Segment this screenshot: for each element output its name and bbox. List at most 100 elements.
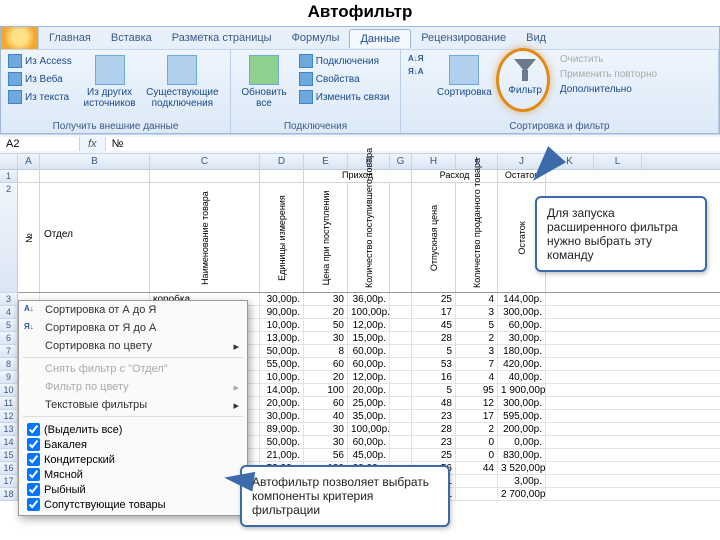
cell[interactable]: 25,00р.	[348, 397, 390, 409]
cell[interactable]: 40,00р.	[498, 371, 546, 383]
cell[interactable]: 180,00р.	[498, 345, 546, 357]
filter-checkbox-item[interactable]: Кондитерский	[27, 452, 239, 467]
cell[interactable]: 2 700,00р.	[498, 488, 546, 500]
cell[interactable]	[18, 170, 40, 182]
checkbox[interactable]	[27, 438, 40, 451]
sort-za-icon[interactable]: Я↓А	[405, 66, 427, 77]
cell[interactable]: 0,00р.	[498, 436, 546, 448]
refresh-all-button[interactable]: Обновить все	[235, 53, 293, 111]
cell[interactable]: 12,00р.	[348, 319, 390, 331]
tab-review[interactable]: Рецензирование	[411, 29, 516, 47]
cell[interactable]: 40	[304, 410, 348, 422]
checkbox[interactable]	[27, 498, 40, 511]
filter-checkbox-item[interactable]: Сопутствующие товары	[27, 497, 239, 512]
checkbox[interactable]	[27, 468, 40, 481]
col-header[interactable]: D	[260, 154, 304, 169]
cell[interactable]	[390, 397, 412, 409]
cell[interactable]: 7	[456, 358, 498, 370]
cell[interactable]: 23	[412, 410, 456, 422]
cell[interactable]: 830,00р.	[498, 449, 546, 461]
cell[interactable]: Единицы измерения	[260, 183, 304, 292]
filter-checkbox-item[interactable]: Мясной	[27, 467, 239, 482]
cell[interactable]: 17	[412, 306, 456, 318]
cell[interactable]	[390, 449, 412, 461]
other-sources-button[interactable]: Из других источников	[81, 53, 139, 111]
text-filters-item[interactable]: Текстовые фильтры▸	[19, 396, 247, 414]
cell[interactable]: 89,00р.	[260, 423, 304, 435]
cell[interactable]: 28	[412, 332, 456, 344]
cell[interactable]: 3 520,00р.	[498, 462, 546, 474]
checkbox[interactable]	[27, 423, 40, 436]
edit-links-button[interactable]: Изменить связи	[296, 89, 393, 105]
cell[interactable]: Отдел	[40, 183, 150, 292]
cell[interactable]: 4	[456, 371, 498, 383]
cell[interactable]: 25	[412, 293, 456, 305]
tab-view[interactable]: Вид	[516, 29, 556, 47]
cell[interactable]	[150, 170, 260, 182]
cell[interactable]: 50,00р.	[260, 436, 304, 448]
cell[interactable]: 48	[412, 397, 456, 409]
cell[interactable]: Наименование товара	[150, 183, 260, 292]
cell[interactable]: 30	[304, 293, 348, 305]
cell[interactable]: №	[18, 183, 40, 292]
cell[interactable]: 300,00р.	[498, 397, 546, 409]
cell[interactable]	[260, 170, 304, 182]
cell[interactable]	[456, 488, 498, 500]
tab-insert[interactable]: Вставка	[101, 29, 162, 47]
tab-data[interactable]: Данные	[349, 29, 411, 48]
cell[interactable]: 4	[456, 293, 498, 305]
cell[interactable]: 3	[456, 306, 498, 318]
cell[interactable]: 95	[456, 384, 498, 396]
cell[interactable]: 44	[456, 462, 498, 474]
cell[interactable]: 144,00р.	[498, 293, 546, 305]
cell[interactable]	[390, 306, 412, 318]
fx-icon[interactable]: fx	[80, 138, 105, 150]
cell[interactable]: 0	[456, 436, 498, 448]
cell[interactable]: 60	[304, 397, 348, 409]
cell[interactable]: 5	[412, 345, 456, 357]
cell[interactable]: 200,00р.	[498, 423, 546, 435]
cell[interactable]: 12,00р.	[348, 371, 390, 383]
cell[interactable]: 23	[412, 436, 456, 448]
col-header[interactable]: C	[150, 154, 260, 169]
properties-button[interactable]: Свойства	[296, 71, 393, 87]
cell[interactable]: 20	[304, 371, 348, 383]
sort-az-item[interactable]: А↓Сортировка от А до Я	[19, 301, 247, 319]
cell[interactable]: 420,00р.	[498, 358, 546, 370]
cell[interactable]: Количество поступившего товара	[348, 183, 390, 292]
cell[interactable]: 595,00р.	[498, 410, 546, 422]
cell[interactable]: 21,00р.	[260, 449, 304, 461]
cell[interactable]: 14,00р.	[260, 384, 304, 396]
col-header[interactable]: L	[594, 154, 642, 169]
name-box[interactable]: A2	[0, 137, 80, 151]
connections-button[interactable]: Подключения	[296, 53, 393, 69]
from-text-button[interactable]: Из текста	[5, 89, 75, 105]
cell[interactable]	[390, 345, 412, 357]
cell[interactable]: 3,00р.	[498, 475, 546, 487]
cell[interactable]	[390, 358, 412, 370]
cell[interactable]: Отпускная цена	[412, 183, 456, 292]
tab-layout[interactable]: Разметка страницы	[162, 29, 282, 47]
col-header[interactable]: B	[40, 154, 150, 169]
col-header[interactable]: G	[390, 154, 412, 169]
cell[interactable]: 10,00р.	[260, 371, 304, 383]
cell[interactable]: 20,00р.	[260, 397, 304, 409]
cell[interactable]: 53	[412, 358, 456, 370]
filter-button[interactable]: Фильтр	[496, 53, 554, 98]
filter-checkbox-item[interactable]: (Выделить все)	[27, 422, 239, 437]
checkbox[interactable]	[27, 483, 40, 496]
tab-home[interactable]: Главная	[39, 29, 101, 47]
cell[interactable]: 25	[412, 449, 456, 461]
cell[interactable]	[390, 410, 412, 422]
cell[interactable]: 30,00р.	[260, 293, 304, 305]
sort-color-item[interactable]: Сортировка по цвету▸	[19, 337, 247, 355]
cell[interactable]: 55,00р.	[260, 358, 304, 370]
cell[interactable]: 60	[304, 358, 348, 370]
cell[interactable]: 5	[412, 384, 456, 396]
col-header[interactable]: H	[412, 154, 456, 169]
cell[interactable]: 36,00р.	[348, 293, 390, 305]
col-header[interactable]: E	[304, 154, 348, 169]
cell[interactable]	[390, 436, 412, 448]
cell[interactable]: 30	[304, 436, 348, 448]
cell[interactable]	[390, 384, 412, 396]
